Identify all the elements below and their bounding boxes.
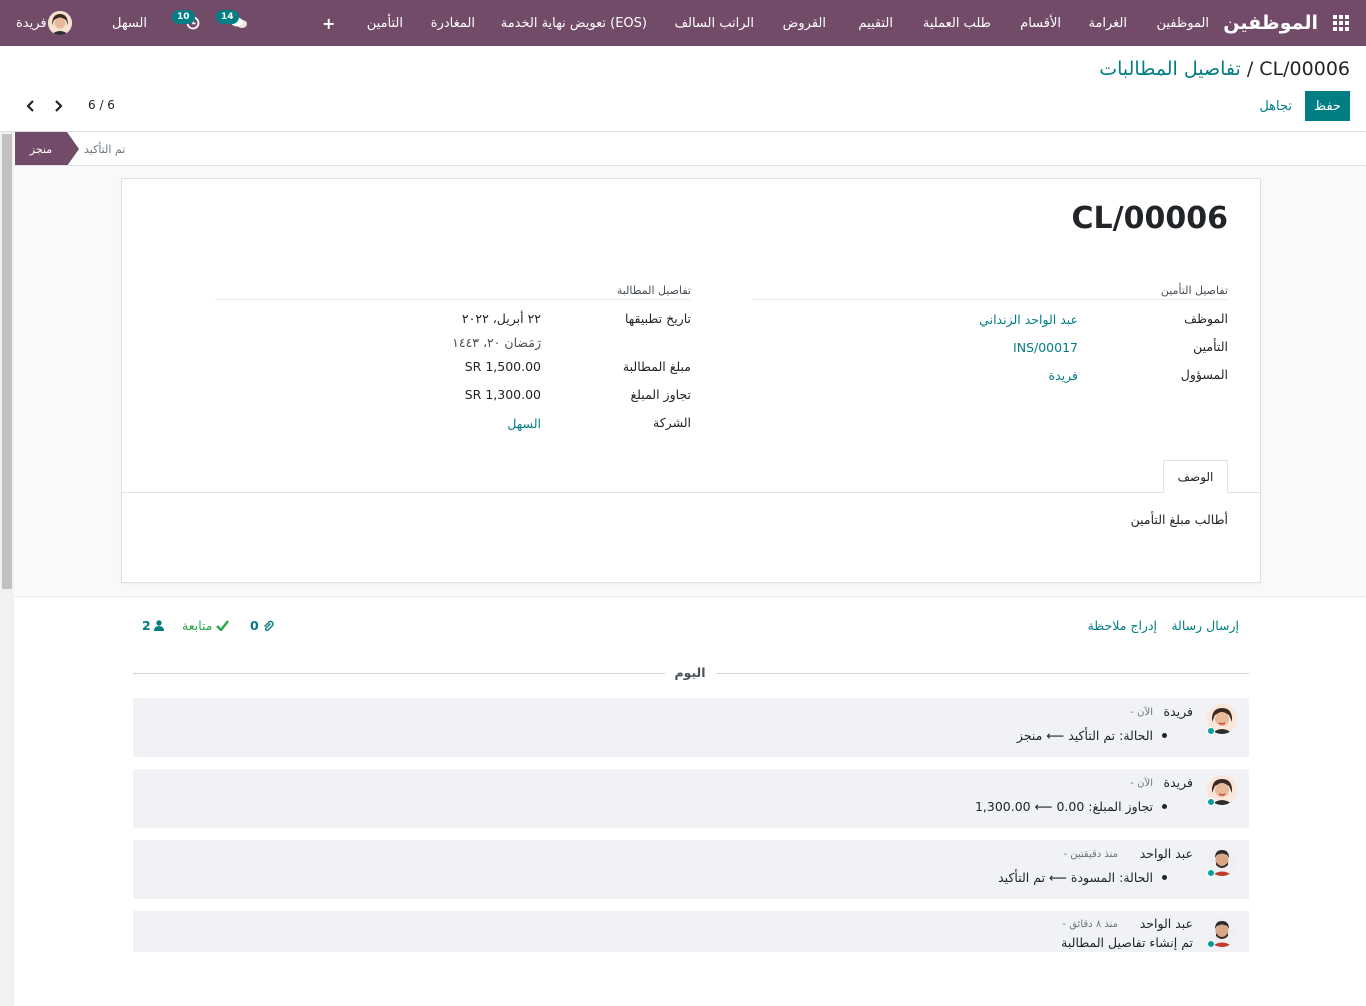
follow-button[interactable]: متابعة xyxy=(182,618,229,633)
online-status-icon xyxy=(1207,869,1215,877)
menu-employees[interactable]: الموظفين xyxy=(1156,0,1209,46)
quick-create-plus-icon[interactable]: + xyxy=(322,0,335,46)
message-body: تم إنشاء تفاصيل المطالبة xyxy=(1061,935,1193,950)
description-field[interactable]: أطالب مبلغ التأمين xyxy=(1131,512,1228,527)
notebook-divider xyxy=(122,492,1260,493)
breadcrumb-separator: / xyxy=(1240,58,1260,80)
insurance-field[interactable]: INS/00017 xyxy=(1013,340,1078,355)
discard-button[interactable]: تجاهل xyxy=(1259,91,1292,121)
form-sheet: CL/00006 تفاصيل التأمين الموظف عبد الواح… xyxy=(121,178,1261,583)
breadcrumb-current: CL/00006 xyxy=(1259,58,1350,80)
applied-date-field[interactable]: ٢٢ أبريل، ٢٠٢٢ xyxy=(462,311,541,326)
pager-next-button[interactable] xyxy=(50,96,66,116)
message-time: - منذ ٨ دقائق xyxy=(1062,919,1118,930)
message-author[interactable]: عبد الواحد xyxy=(1140,846,1193,861)
message-time: - الآن xyxy=(1130,778,1153,789)
today-divider-left xyxy=(133,673,665,674)
menu-salary-advance[interactable]: الراتب السالف xyxy=(675,0,754,46)
breadcrumb: تفاصيل المطالبات / CL/00006 xyxy=(1099,58,1350,80)
company-label: الشركة xyxy=(653,415,691,430)
exceeded-amount-field[interactable]: SR 1,300.00 xyxy=(465,387,541,402)
chatter-message: عبد الواحد - منذ دقيقتين الحالة: المسودة… xyxy=(133,840,1249,899)
message-author[interactable]: فريدة xyxy=(1164,775,1193,790)
follow-label: متابعة xyxy=(182,618,213,633)
attachments-count: 0 xyxy=(250,618,259,633)
message-author[interactable]: فريدة xyxy=(1164,704,1193,719)
apps-menu-icon[interactable] xyxy=(1332,14,1350,32)
claim-amount-field[interactable]: SR 1,500.00 xyxy=(465,359,541,374)
menu-penalty[interactable]: الغرامة xyxy=(1088,0,1127,46)
activities-count-badge: 10 xyxy=(172,10,195,24)
claim-amount-label: مبلغ المطالبة xyxy=(622,359,691,374)
today-divider-right xyxy=(716,673,1249,674)
chatter-message: فريدة - الآن تجاوز المبلغ: 0.00 ⟵ 1,300.… xyxy=(133,769,1249,828)
online-status-icon xyxy=(1207,940,1215,948)
log-note-button[interactable]: إدراج ملاحظة xyxy=(1088,618,1157,633)
menu-insurance[interactable]: التأمين xyxy=(367,0,403,46)
chevron-right-icon xyxy=(55,100,63,112)
exceeded-amount-label: تجاوز المبلغ xyxy=(630,387,691,402)
followers-count: 2 xyxy=(142,618,151,633)
message-body: تجاوز المبلغ: 0.00 ⟵ 1,300.00 xyxy=(974,799,1153,814)
messages-count-badge: 14 xyxy=(216,10,239,24)
user-avatar-icon xyxy=(48,11,72,35)
sheet-bottom-divider xyxy=(14,596,1366,597)
status-bar: منجز تم التأكيد xyxy=(14,132,1366,166)
message-body: الحالة: المسودة ⟵ تم التأكيد xyxy=(998,870,1153,885)
employee-label: الموظف xyxy=(1184,311,1228,326)
app-brand[interactable]: الموظفين xyxy=(1223,0,1318,46)
menu-departments[interactable]: الأقسام xyxy=(1020,0,1061,46)
chevron-left-icon xyxy=(26,100,34,112)
message-body: الحالة: تم التأكيد ⟵ منجز xyxy=(1016,728,1153,743)
chatter-message: عبد الواحد - منذ ٨ دقائق تم إنشاء تفاصيل… xyxy=(133,911,1249,952)
applied-date-label: تاريخ تطبيقها xyxy=(624,311,691,326)
pager-previous-button[interactable] xyxy=(23,96,39,116)
chatter-message: فريدة - الآن الحالة: تم التأكيد ⟵ منجز xyxy=(133,698,1249,757)
bullet-icon xyxy=(1162,804,1167,809)
online-status-icon xyxy=(1207,798,1215,806)
paperclip-icon xyxy=(263,620,274,631)
insurance-group-divider xyxy=(752,299,1228,300)
stage-confirmed[interactable]: تم التأكيد xyxy=(84,132,125,166)
scrollbar-thumb[interactable] xyxy=(2,134,12,589)
responsible-label: المسؤول xyxy=(1180,367,1228,382)
responsible-field[interactable]: فريدة xyxy=(1049,368,1078,383)
online-status-icon xyxy=(1207,727,1215,735)
message-time: - الآن xyxy=(1130,707,1153,718)
menu-departure[interactable]: المغادرة xyxy=(431,0,475,46)
tab-description[interactable]: الوصف xyxy=(1163,460,1228,493)
insurance-label: التأمين xyxy=(1193,339,1228,354)
vertical-scrollbar[interactable] xyxy=(0,132,14,1006)
today-label: اليوم xyxy=(674,665,706,680)
menu-operation-request[interactable]: طلب العملية xyxy=(923,0,991,46)
menu-appraisal[interactable]: التقييم xyxy=(858,0,893,46)
claim-group-title: تفاصيل المطالبة xyxy=(616,284,691,297)
user-menu[interactable]: فريدة xyxy=(16,0,47,46)
insurance-group-title: تفاصيل التأمين xyxy=(1160,284,1228,297)
applied-date-hijri: رَمَضان ٢٠، ١٤٤٣ xyxy=(452,335,541,350)
pager-value[interactable]: 6 / 6 xyxy=(88,98,115,112)
stage-done[interactable]: منجز xyxy=(15,132,79,166)
bullet-icon xyxy=(1162,875,1167,880)
company-field[interactable]: السهل xyxy=(507,416,541,431)
employee-field[interactable]: عبد الواحد الزنداني xyxy=(979,312,1078,327)
top-navbar: الموظفين الموظفين الغرامة الأقسام طلب ال… xyxy=(0,0,1366,46)
followers-button[interactable]: 2 xyxy=(142,618,164,633)
message-author[interactable]: عبد الواحد xyxy=(1140,916,1193,931)
menu-eos[interactable]: تعويض نهاية الخدمة (EOS) xyxy=(501,0,647,46)
attachments-button[interactable]: 0 xyxy=(250,618,274,633)
message-time: - منذ دقيقتين xyxy=(1063,849,1118,860)
user-avatar[interactable] xyxy=(48,11,72,35)
save-button[interactable]: حفظ xyxy=(1305,91,1350,121)
send-message-button[interactable]: إرسال رسالة xyxy=(1171,618,1239,633)
user-icon xyxy=(153,620,164,631)
claim-group-divider xyxy=(215,299,691,300)
menu-loans[interactable]: القروض xyxy=(783,0,826,46)
company-switcher[interactable]: السهل xyxy=(112,0,147,46)
breadcrumb-claims-link[interactable]: تفاصيل المطالبات xyxy=(1099,58,1241,80)
check-icon xyxy=(215,620,229,631)
bullet-icon xyxy=(1162,733,1167,738)
record-name: CL/00006 xyxy=(1071,201,1228,236)
